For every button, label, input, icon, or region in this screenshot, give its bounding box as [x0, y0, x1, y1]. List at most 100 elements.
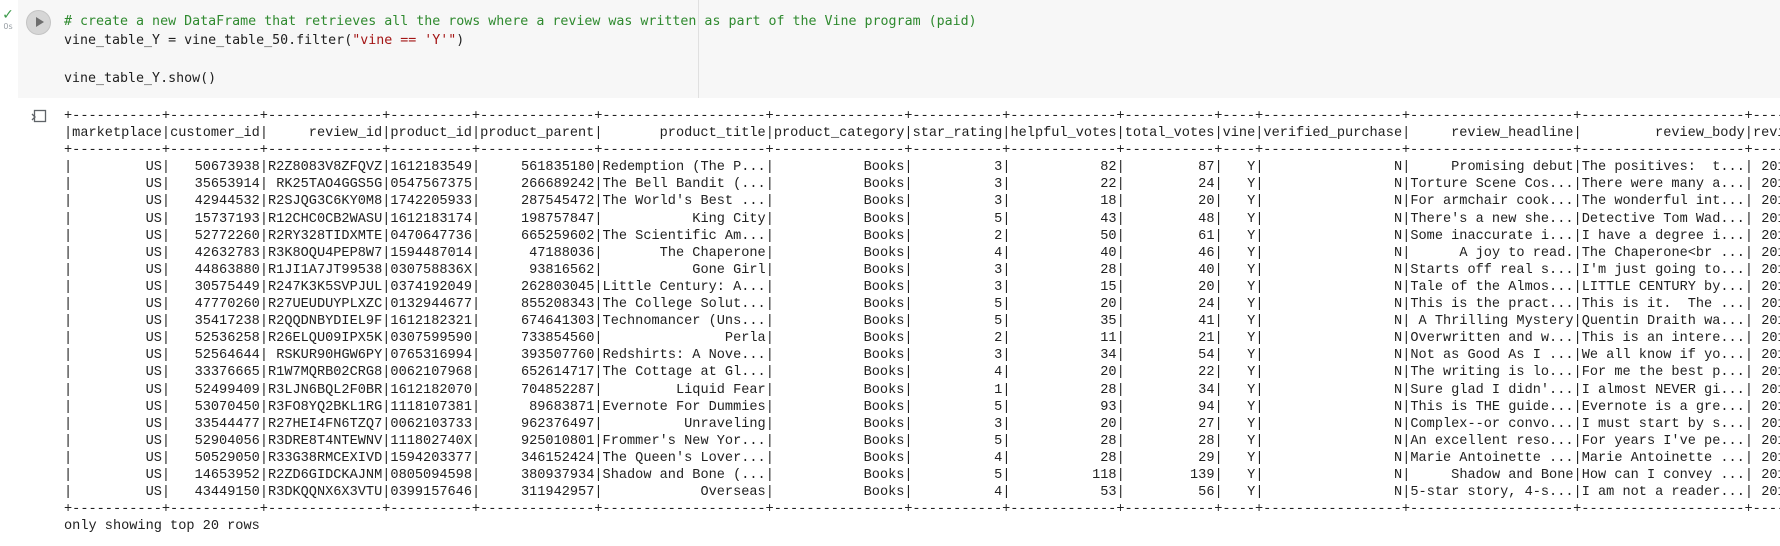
table-cell: Torture Scene Cos...: [1410, 177, 1574, 193]
table-cell: Books: [863, 467, 905, 483]
table-cell: 2012-04-29: [1761, 348, 1780, 364]
table-cell: Y: [1247, 467, 1256, 483]
table-cell: We all know if yo...: [1581, 348, 1745, 364]
table-cell: N: [1394, 194, 1403, 210]
table-cell: Y: [1247, 211, 1256, 227]
table-cell: Books: [863, 297, 905, 313]
code-token: ): [456, 33, 465, 48]
column-header-review-headline: review_headline: [1451, 126, 1574, 142]
table-cell: 44863880: [194, 262, 260, 278]
table-cell: Marie Antoinette ...: [1581, 450, 1745, 466]
table-cell: 2012-04-29: [1761, 331, 1780, 347]
table-cell: 0399157646: [390, 485, 472, 501]
table-cell: R3DKQQNX6X3VTU: [268, 485, 383, 501]
table-cell: Starts off real s...: [1410, 262, 1574, 278]
table-cell: Books: [863, 399, 905, 415]
table-border: +-----------+-----------+--------------+…: [64, 502, 1780, 518]
table-cell: 2: [994, 331, 1003, 347]
table-cell: US: [145, 485, 162, 501]
table-cell: 27: [1198, 416, 1215, 432]
table-cell: 0805094598: [390, 467, 472, 483]
table-cell: Y: [1247, 314, 1256, 330]
table-cell: 5: [994, 433, 1003, 449]
table-cell: 11: [1100, 331, 1117, 347]
table-cell: 674641303: [520, 314, 595, 330]
table-cell: R3FO8YQ2BKL1RG: [268, 399, 383, 415]
table-cell: 20: [1100, 297, 1117, 313]
table-cell: 2012-05-01: [1761, 245, 1780, 261]
table-cell: Y: [1247, 331, 1256, 347]
table-cell: Books: [863, 177, 905, 193]
table-cell: Redemption (The P...: [602, 160, 766, 176]
table-row: | US| 35653914| RK25TAO4GGS5G|0547567375…: [64, 176, 1780, 193]
table-cell: 2012-05-02: [1761, 194, 1780, 210]
table-cell: Books: [863, 485, 905, 501]
table-cell: 24: [1198, 177, 1215, 193]
table-cell: 925010801: [520, 433, 595, 449]
table-cell: 5: [994, 467, 1003, 483]
table-cell: Some inaccurate i...: [1410, 228, 1574, 244]
check-icon: ✓: [2, 7, 14, 23]
table-cell: US: [145, 194, 162, 210]
table-row: | US| 30575449|R247K3K5SVPJUL|0374192049…: [64, 279, 1780, 296]
table-cell: Books: [863, 211, 905, 227]
table-cell: N: [1394, 279, 1403, 295]
table-cell: US: [145, 416, 162, 432]
table-cell: Gone Girl: [692, 262, 766, 278]
table-cell: Books: [863, 365, 905, 381]
table-cell: 2012-04-30: [1761, 314, 1780, 330]
table-cell: N: [1394, 228, 1403, 244]
table-cell: The writing is lo...: [1410, 365, 1574, 381]
table-cell: R2QQDNBYDIEL9F: [268, 314, 383, 330]
table-cell: 46: [1198, 245, 1215, 261]
table-cell: US: [145, 399, 162, 415]
table-row: | US| 33376665|R1W7MQRB02CRG8|0062107968…: [64, 364, 1780, 381]
table-cell: US: [145, 365, 162, 381]
output-icon[interactable]: [31, 108, 47, 124]
run-cell-button[interactable]: [26, 10, 51, 35]
table-cell: 21: [1198, 331, 1215, 347]
table-row: | US| 52772260|R2RY328TIDXMTE|0470647736…: [64, 228, 1780, 245]
table-cell: US: [145, 245, 162, 261]
table-cell: 52499409: [194, 382, 260, 398]
table-cell: 5: [994, 314, 1003, 330]
table-cell: N: [1394, 485, 1403, 501]
table-cell: 0547567375: [390, 177, 472, 193]
table-cell: A Thrilling Mystery: [1418, 314, 1574, 330]
table-cell: 2012-04-28: [1761, 450, 1780, 466]
table-cell: 48: [1198, 211, 1215, 227]
table-cell: 3: [994, 348, 1003, 364]
table-cell: Quentin Draith wa...: [1581, 314, 1745, 330]
table-cell: Books: [863, 262, 905, 278]
table-cell: The Queen's Lover...: [602, 450, 766, 466]
column-header-product-parent: product_parent: [480, 126, 595, 142]
table-cell: Perla: [724, 331, 766, 347]
table-row: | US| 14653952|R2ZD6GIDCKAJNM|0805094598…: [64, 467, 1780, 484]
table-cell: Y: [1247, 279, 1256, 295]
table-cell: There were many a...: [1581, 177, 1745, 193]
table-cell: Y: [1247, 348, 1256, 364]
table-cell: 22: [1100, 177, 1117, 193]
table-cell: 4: [994, 485, 1003, 501]
table-cell: 0765316994: [390, 348, 472, 364]
table-cell: I must start by s...: [1581, 416, 1745, 432]
table-border: +-----------+-----------+--------------+…: [64, 143, 1780, 159]
table-cell: R12CHC0CB2WASU: [268, 211, 383, 227]
code-editor[interactable]: # create a new DataFrame that retrieves …: [64, 12, 977, 88]
table-cell: Books: [863, 450, 905, 466]
table-cell: 2012-04-28: [1761, 399, 1780, 415]
table-cell: N: [1394, 331, 1403, 347]
table-cell: Shadow and Bone (...: [602, 467, 766, 483]
table-cell: 54: [1198, 348, 1215, 364]
table-cell: An excellent reso...: [1410, 433, 1574, 449]
table-cell: There's a new she...: [1410, 211, 1574, 227]
table-cell: 43: [1100, 211, 1117, 227]
column-header-product-id: product_id: [390, 126, 472, 142]
table-cell: 2012-04-27: [1761, 485, 1780, 501]
table-cell: R2RY328TIDXMTE: [268, 228, 383, 244]
table-cell: Y: [1247, 399, 1256, 415]
table-cell: 28: [1100, 382, 1117, 398]
table-cell: I have a degree i...: [1581, 228, 1745, 244]
table-cell: Y: [1247, 297, 1256, 313]
table-cell: US: [145, 450, 162, 466]
